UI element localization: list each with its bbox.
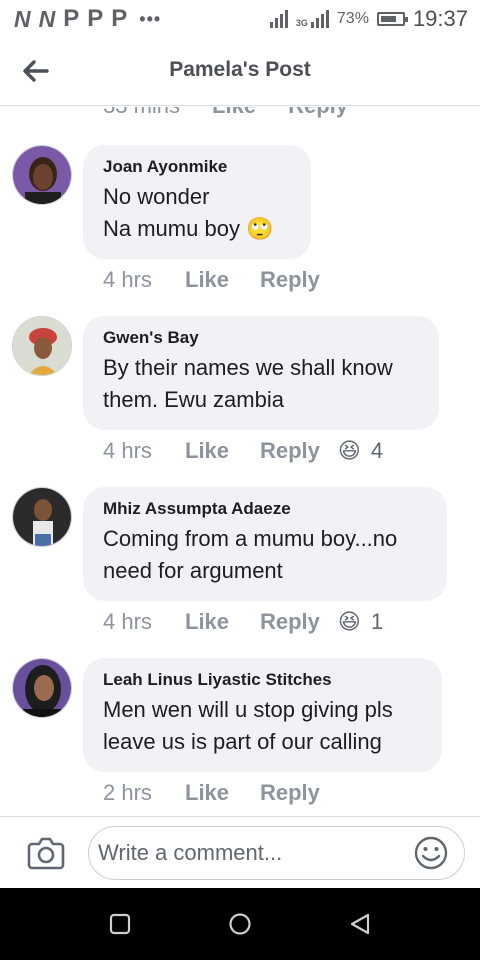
avatar[interactable] <box>12 316 72 376</box>
battery-icon <box>376 12 408 26</box>
more-notifications-icon: ••• <box>139 8 162 29</box>
recents-button[interactable] <box>108 912 132 936</box>
comment-meta: 4 hrs Like Reply <box>103 267 320 293</box>
avatar-photo <box>13 146 71 204</box>
system-status: 3G 73% 19:37 <box>269 0 468 38</box>
post-header: Pamela's Post <box>0 38 480 106</box>
comment-text: leave us is part of our calling <box>103 729 382 754</box>
camera-icon <box>27 837 65 870</box>
comment-bubble[interactable]: Leah Linus Liyastic Stitches Men wen wil… <box>83 658 442 772</box>
reply-button[interactable]: Reply <box>260 609 320 635</box>
reply-button[interactable]: Reply <box>260 780 320 806</box>
reaction-summary[interactable]: 😆 4 <box>338 438 383 464</box>
square-icon <box>109 913 131 935</box>
avatar[interactable] <box>12 145 72 205</box>
reaction-summary[interactable]: 😆 1 <box>338 609 383 635</box>
circle-icon <box>229 913 251 935</box>
comment-text: Coming from a mumu boy...no <box>103 526 398 551</box>
comment-text: them. Ewu zambia <box>103 387 284 412</box>
previous-comment-meta: 33 mins Like Reply <box>103 107 348 119</box>
comment-meta: 4 hrs Like Reply 😆 1 <box>103 609 383 635</box>
avatar-photo <box>13 659 71 717</box>
reaction-count: 4 <box>370 438 384 463</box>
like-button[interactable]: Like <box>212 107 256 119</box>
avatar[interactable] <box>12 487 72 547</box>
battery-fill <box>380 16 396 22</box>
reply-button[interactable]: Reply <box>288 107 348 119</box>
comment-meta: 2 hrs Like Reply <box>103 780 320 806</box>
reaction-count: 1 <box>370 609 384 634</box>
avatar-photo <box>13 488 71 546</box>
comment-author[interactable]: Leah Linus Liyastic Stitches <box>103 670 422 690</box>
notification-app-icon: P <box>87 5 104 32</box>
like-button[interactable]: Like <box>185 609 260 635</box>
comment-meta: 4 hrs Like Reply 😆 4 <box>103 438 383 464</box>
status-bar: N N P P P ••• 3G 73% 19:37 <box>0 0 480 38</box>
mobile-data-icon: 3G <box>296 10 329 28</box>
like-button[interactable]: Like <box>185 438 260 464</box>
like-button[interactable]: Like <box>185 780 260 806</box>
battery-percent: 73% <box>336 10 369 27</box>
reply-button[interactable]: Reply <box>260 438 320 464</box>
camera-button[interactable] <box>27 835 65 871</box>
laughing-reaction-icon: 😆 <box>337 438 361 463</box>
laughing-reaction-icon: 😆 <box>337 609 361 634</box>
system-navigation-bar <box>0 888 480 960</box>
page-title: Pamela's Post <box>169 58 311 81</box>
notification-app-icon: N <box>14 5 31 32</box>
reply-button[interactable]: Reply <box>260 267 320 293</box>
signal-icon <box>269 10 288 28</box>
comment-author[interactable]: Gwen's Bay <box>103 328 419 348</box>
comment-time: 4 hrs <box>103 267 152 292</box>
notification-app-icon: P <box>111 5 128 32</box>
comment-bubble[interactable]: Joan Ayonmike No wonder Na mumu boy 🙄 <box>83 145 311 259</box>
comment-time: 33 mins <box>103 107 180 119</box>
back-nav-button[interactable] <box>348 912 372 936</box>
comment-text: Na mumu boy 🙄 <box>103 216 274 241</box>
emoji-button[interactable] <box>414 836 448 870</box>
comment-author[interactable]: Joan Ayonmike <box>103 157 291 177</box>
avatar[interactable] <box>12 658 72 718</box>
comment-time: 2 hrs <box>103 780 152 805</box>
notification-app-icon: N <box>38 5 56 32</box>
comment-text: need for argument <box>103 558 283 583</box>
comments-feed[interactable]: 33 mins Like Reply Joan Ayonmike No wond… <box>0 107 480 816</box>
triangle-back-icon <box>350 913 370 935</box>
notification-app-icon: P <box>63 5 80 32</box>
smiley-icon <box>414 836 448 870</box>
home-button[interactable] <box>228 912 252 936</box>
comment-text: By their names we shall know <box>103 355 393 380</box>
clock: 19:37 <box>412 6 468 31</box>
comment-text: No wonder <box>103 184 210 209</box>
comment-composer <box>0 816 480 888</box>
comment-bubble[interactable]: Mhiz Assumpta Adaeze Coming from a mumu … <box>83 487 447 601</box>
comment-time: 4 hrs <box>103 609 152 634</box>
comment-author[interactable]: Mhiz Assumpta Adaeze <box>103 499 427 519</box>
avatar-photo <box>13 317 71 375</box>
comment-text: Men wen will u stop giving pls <box>103 697 393 722</box>
comment-time: 4 hrs <box>103 438 152 463</box>
notification-icons: N N P P P ••• <box>14 5 161 33</box>
comment-input[interactable] <box>88 826 465 880</box>
comment-bubble[interactable]: Gwen's Bay By their names we shall know … <box>83 316 439 430</box>
like-button[interactable]: Like <box>185 267 260 293</box>
